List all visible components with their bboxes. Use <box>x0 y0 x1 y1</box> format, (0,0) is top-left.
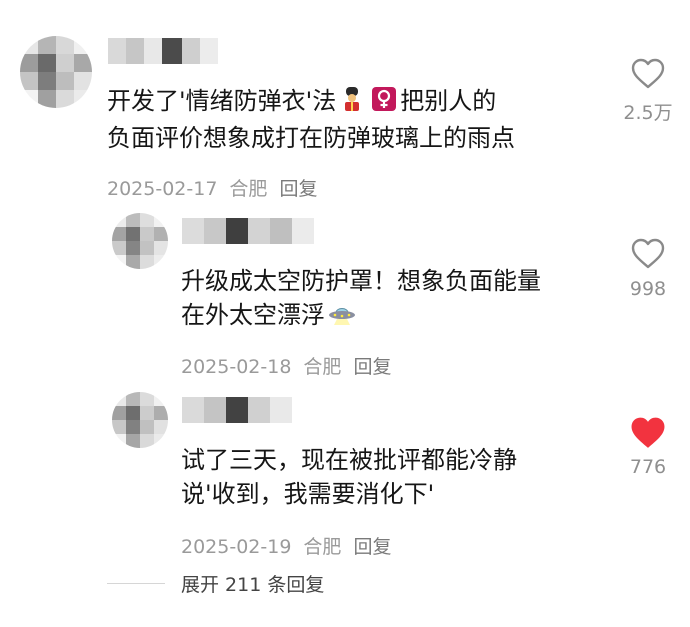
username[interactable] <box>108 38 218 64</box>
comment-text: 升级成太空防护罩！想象负面能量 在外太空漂浮 <box>181 264 541 335</box>
heart-filled-icon <box>631 417 665 448</box>
comment-text-line: 负面评价想象成打在防弹玻璃上的雨点 <box>107 124 515 152</box>
avatar[interactable] <box>20 36 92 108</box>
comment-meta: 2025-02-19 合肥 回复 <box>181 532 391 559</box>
reply-button[interactable]: 回复 <box>279 178 317 200</box>
comment-meta: 2025-02-17 合肥 回复 <box>107 174 317 201</box>
like-button[interactable]: 2.5万 <box>618 58 678 125</box>
heart-outline-icon <box>631 58 665 89</box>
heart-outline-icon <box>631 238 665 269</box>
ufo-emoji-icon <box>328 301 356 335</box>
like-count: 2.5万 <box>623 102 673 124</box>
comment-location: 合肥 <box>303 536 342 558</box>
comment-text: 开发了'情绪防弹衣'法 把别人的 负面评价想象成打在防弹玻璃上的雨点 <box>107 84 515 155</box>
like-count: 998 <box>629 278 667 300</box>
like-button[interactable]: 998 <box>618 238 678 300</box>
comment-location: 合肥 <box>229 178 268 200</box>
comment-text-line: 说'收到，我需要消化下' <box>181 480 435 508</box>
username[interactable] <box>182 218 314 244</box>
comment-location: 合肥 <box>303 356 342 378</box>
expand-replies-row[interactable]: 展开 211 条回复 <box>107 570 324 597</box>
avatar[interactable] <box>112 213 168 269</box>
divider <box>107 583 165 584</box>
comment-date: 2025-02-17 <box>107 178 218 200</box>
like-button[interactable]: 776 <box>618 416 678 478</box>
comment-text-line: 开发了'情绪防弹衣'法 <box>107 87 337 115</box>
comment-text-line: 在外太空漂浮 <box>181 301 325 329</box>
avatar[interactable] <box>112 392 168 448</box>
reply-button[interactable]: 回复 <box>353 356 391 378</box>
guard-emoji-icon <box>339 86 365 121</box>
like-count: 776 <box>629 456 667 478</box>
comment-date: 2025-02-18 <box>181 356 292 378</box>
username[interactable] <box>182 397 292 423</box>
comment-text-line: 试了三天，现在被批评都能冷静 <box>181 446 517 474</box>
comment-text-line: 升级成太空防护罩！想象负面能量 <box>181 267 541 295</box>
expand-replies-button[interactable]: 展开 211 条回复 <box>181 570 324 597</box>
female-sign-emoji-icon <box>371 86 397 121</box>
comment-text-line: 把别人的 <box>400 87 497 115</box>
comment-meta: 2025-02-18 合肥 回复 <box>181 352 391 379</box>
comment-text: 试了三天，现在被批评都能冷静 说'收到，我需要消化下' <box>181 443 517 511</box>
reply-button[interactable]: 回复 <box>353 536 391 558</box>
comment-date: 2025-02-19 <box>181 536 292 558</box>
